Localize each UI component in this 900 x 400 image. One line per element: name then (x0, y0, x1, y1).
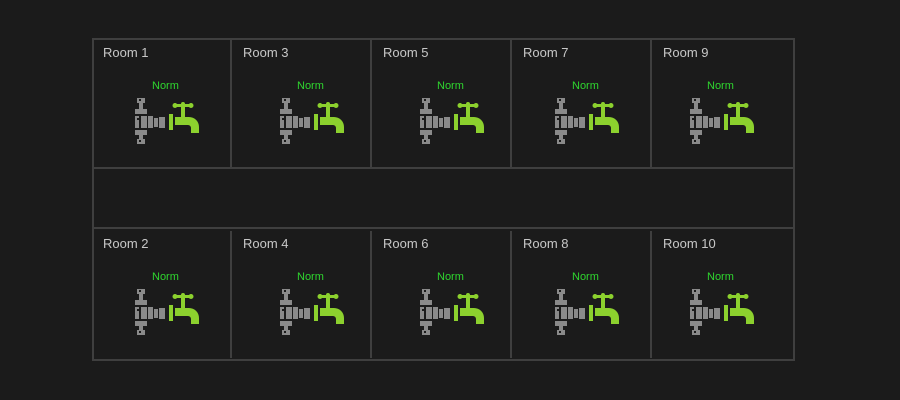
room-label: Room 4 (243, 236, 289, 251)
status-label: Norm (707, 271, 734, 283)
status-label: Norm (572, 271, 599, 283)
water-valve-icon (278, 289, 346, 335)
status-label: Norm (437, 271, 464, 283)
status-label: Norm (297, 271, 324, 283)
room-6[interactable]: Room 6 Norm (374, 231, 512, 358)
room-2[interactable]: Room 2 Norm (94, 231, 232, 358)
room-8[interactable]: Room 8 Norm (514, 231, 652, 358)
room-label: Room 8 (523, 236, 569, 251)
room-label: Room 6 (383, 236, 429, 251)
room-label: Room 10 (663, 236, 716, 251)
water-valve-icon (418, 289, 486, 335)
status-label: Norm (152, 271, 179, 283)
room-10[interactable]: Room 10 Norm (654, 231, 792, 358)
floor-plan: Room 1 Norm Room 3 Norm Room 5 Norm Room… (92, 38, 795, 361)
room-4[interactable]: Room 4 Norm (234, 231, 372, 358)
water-valve-icon (688, 289, 756, 335)
room-row-bottom: Room 2 Norm Room 4 Norm Room 6 Norm Room… (94, 40, 793, 359)
water-valve-icon (133, 289, 201, 335)
water-valve-icon (553, 289, 621, 335)
room-label: Room 2 (103, 236, 149, 251)
